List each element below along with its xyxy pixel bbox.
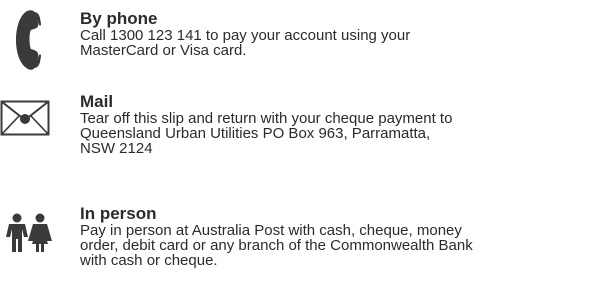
in-person-line-1: Pay in person at Australia Post with cas… <box>80 222 462 239</box>
mail-line-2: Queensland Urban Utilities PO Box 963, P… <box>80 125 431 142</box>
payment-method-in-person: In person Pay in person at Australia Pos… <box>0 203 596 287</box>
telephone-handset-icon <box>14 9 48 76</box>
mail-line-1: Tear off this slip and return with your … <box>80 110 453 127</box>
envelope-icon <box>0 100 50 141</box>
people-icon <box>4 213 54 258</box>
in-person-line-2: order, debit card or any branch of the C… <box>80 237 473 254</box>
phone-line-2: MasterCard or Visa card. <box>80 42 247 59</box>
mail-heading: Mail <box>80 92 114 111</box>
phone-line-1: Call 1300 123 141 to pay your account us… <box>80 27 411 44</box>
mail-line-3: NSW 2124 <box>80 140 153 157</box>
in-person-text-block: In person Pay in person at Australia Pos… <box>80 204 592 269</box>
phone-heading: By phone <box>80 9 158 28</box>
in-person-heading: In person <box>80 204 157 223</box>
mail-text-block: Mail Tear off this slip and return with … <box>80 92 592 157</box>
payment-method-phone: By phone Call 1300 123 141 to pay your a… <box>0 8 596 78</box>
payment-method-mail: Mail Tear off this slip and return with … <box>0 93 596 183</box>
phone-text-block: By phone Call 1300 123 141 to pay your a… <box>80 9 592 59</box>
in-person-line-3: with cash or cheque. <box>80 252 218 269</box>
